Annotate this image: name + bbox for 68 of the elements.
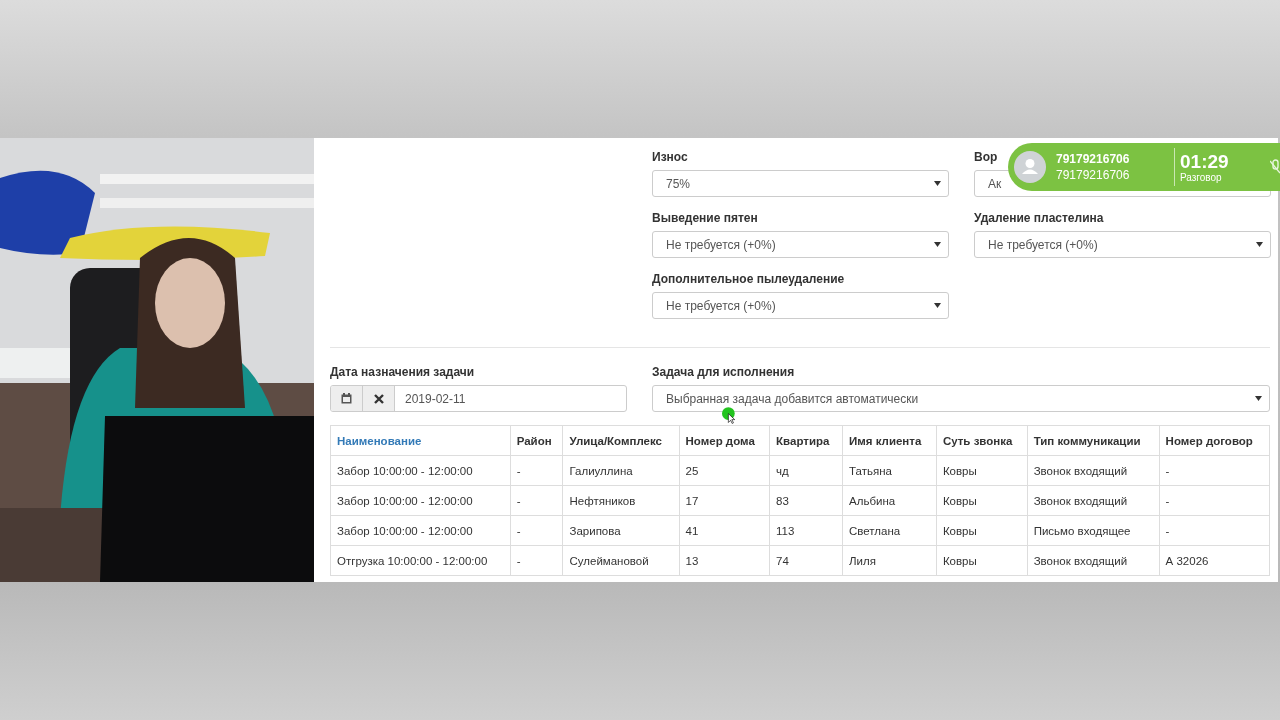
table-cell: Ковры <box>936 455 1028 486</box>
table-cell: Звонок входящий <box>1027 545 1160 576</box>
table-cell: Ковры <box>936 485 1028 516</box>
call-timer: 01:29 <box>1180 151 1229 172</box>
field-label: Вор <box>974 150 998 164</box>
table-cell: 17 <box>679 485 770 516</box>
table-cell: Нефтяников <box>563 485 680 516</box>
field-label: Дополнительное пылеудаление <box>652 272 845 286</box>
table-cell: - <box>1159 515 1270 546</box>
caller-subtitle: 79179216706 <box>1056 168 1130 182</box>
field-label: Износ <box>652 150 688 164</box>
table-cell: Ковры <box>936 515 1028 546</box>
table-cell: Забор 10:00:00 - 12:00:00 <box>330 485 511 516</box>
table-cell: 113 <box>769 515 843 546</box>
caret-icon <box>934 303 941 308</box>
field-label: Задача для исполнения <box>652 365 795 379</box>
table-cell: 83 <box>769 485 843 516</box>
caret-icon <box>1255 396 1262 401</box>
table-cell: Звонок входящий <box>1027 485 1160 516</box>
column-header[interactable]: Тип коммуникации <box>1027 425 1160 456</box>
select-field[interactable]: Не требуется (+0%) <box>652 292 949 319</box>
column-header[interactable]: Номер договор <box>1159 425 1270 456</box>
avatar-icon <box>1014 151 1046 183</box>
table-cell: 25 <box>679 455 770 486</box>
select-field[interactable]: Выбранная задача добавится автоматически <box>652 385 1270 412</box>
table-cell: Ковры <box>936 545 1028 576</box>
column-header[interactable]: Улица/Комплекс <box>563 425 680 456</box>
table-cell: Сулеймановой <box>563 545 680 576</box>
table-cell: Забор 10:00:00 - 12:00:00 <box>330 455 511 486</box>
select-field[interactable]: Не требуется (+0%) <box>974 231 1271 258</box>
caller-number: 79179216706 <box>1056 152 1130 166</box>
caret-icon <box>1256 242 1263 247</box>
table-cell: А 32026 <box>1159 545 1270 576</box>
table-cell: чд <box>769 455 843 486</box>
call-status: Разговор <box>1180 171 1222 183</box>
select-field[interactable]: 75% <box>652 170 949 197</box>
column-header[interactable]: Номер дома <box>679 425 770 456</box>
table-cell: 13 <box>679 545 770 576</box>
caret-icon <box>934 242 941 247</box>
table-cell: 74 <box>769 545 843 576</box>
table-cell: Лиля <box>842 545 937 576</box>
table-cell: Татьяна <box>842 455 937 486</box>
table-cell: Зарипова <box>563 515 680 546</box>
caret-icon <box>934 181 941 186</box>
column-header[interactable]: Наименование <box>330 425 511 456</box>
field-label: Выведение пятен <box>652 211 758 225</box>
table-cell: - <box>1159 485 1270 516</box>
table-cell: Отгрузка 10:00:00 - 12:00:00 <box>330 545 511 576</box>
table-cell: 41 <box>679 515 770 546</box>
table-cell: Письмо входящее <box>1027 515 1160 546</box>
table-cell: - <box>510 485 563 516</box>
table-cell: - <box>510 455 563 486</box>
table-cell: Светлана <box>842 515 937 546</box>
table-cell: - <box>1159 455 1270 486</box>
table-cell: - <box>510 545 563 576</box>
table-cell: Альбина <box>842 485 937 516</box>
column-header[interactable]: Квартира <box>769 425 843 456</box>
field-label: Удаление пластелина <box>974 211 1104 225</box>
table-cell: - <box>510 515 563 546</box>
column-header[interactable]: Район <box>510 425 563 456</box>
column-header[interactable]: Суть звонка <box>936 425 1028 456</box>
column-header[interactable]: Имя клиента <box>842 425 937 456</box>
table-cell: Забор 10:00:00 - 12:00:00 <box>330 515 511 546</box>
table-cell: Звонок входящий <box>1027 455 1160 486</box>
field-label: Дата назначения задачи <box>330 365 475 379</box>
cursor-icon <box>722 407 736 424</box>
table-cell: Галиуллина <box>563 455 680 486</box>
select-field[interactable]: Не требуется (+0%) <box>652 231 949 258</box>
